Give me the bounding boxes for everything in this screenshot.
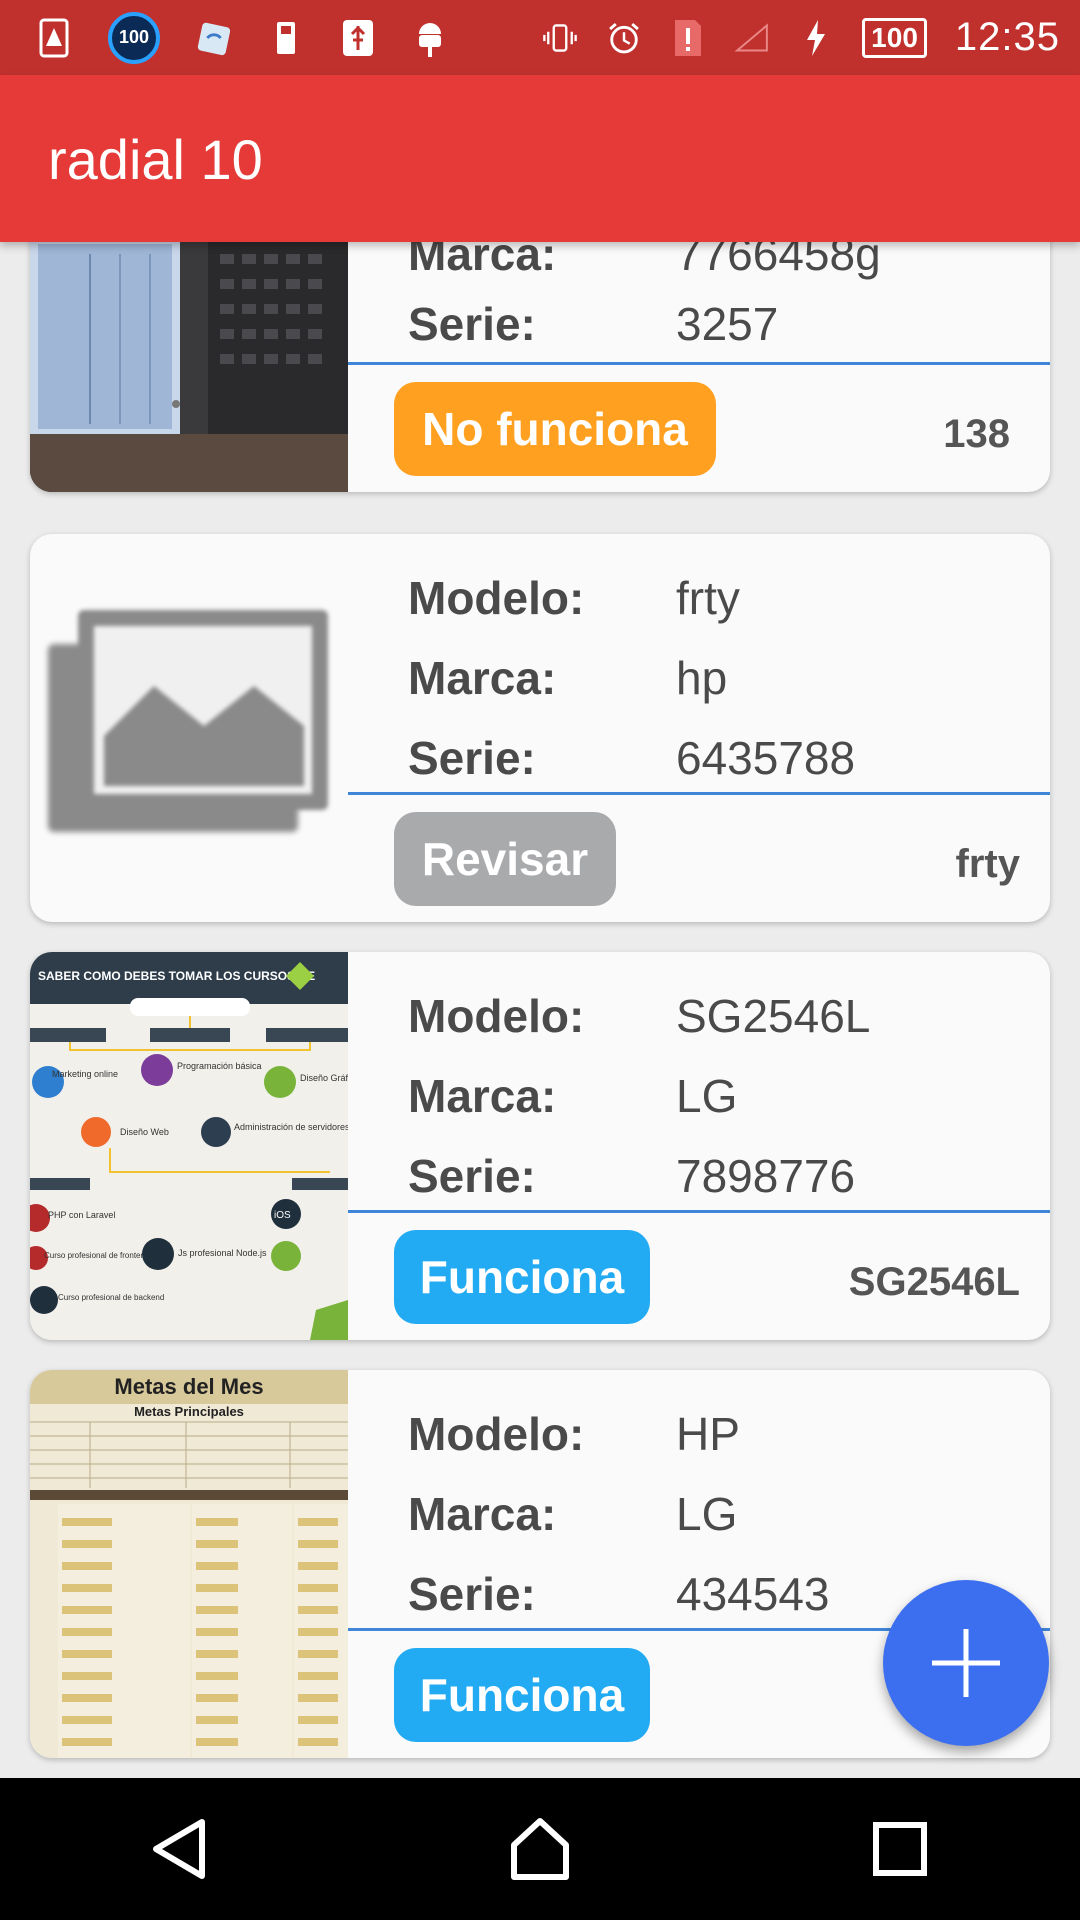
wifi-card-icon xyxy=(196,18,232,58)
card-code: 138 xyxy=(943,411,1010,456)
add-button[interactable] xyxy=(883,1580,1049,1746)
field-label: Marca: xyxy=(408,1488,557,1540)
card-code: frty xyxy=(955,841,1020,886)
sim-alert-icon xyxy=(670,18,706,58)
spreadsheet-thumbnail: Metas del Mes Metas Principales xyxy=(30,1370,348,1758)
node-label: Diseño Gráfico xyxy=(300,1073,348,1083)
field-label: Serie: xyxy=(408,1150,536,1202)
field-value: LG xyxy=(676,1070,738,1122)
info-row: Serie: 3257 xyxy=(408,294,778,354)
status-button[interactable]: Revisar xyxy=(394,812,616,906)
field-value: frty xyxy=(676,572,740,624)
alarm-icon xyxy=(606,18,642,58)
alert-sim-icon xyxy=(36,18,72,58)
info-row: Marca: LG xyxy=(408,1066,737,1126)
equipment-info: Modelo: frty Marca: hp Serie: 6435788 Re… xyxy=(348,534,1050,922)
node-label: Programación básica xyxy=(177,1061,262,1071)
app-title: radial 10 xyxy=(48,128,263,191)
info-row: Modelo: frty xyxy=(408,568,740,628)
plus-icon xyxy=(932,1629,1000,1697)
node-label: Curso profesional de frontend xyxy=(44,1251,149,1260)
field-value: 3257 xyxy=(676,298,779,350)
field-value: LG xyxy=(676,1488,738,1540)
field-value: hp xyxy=(676,652,728,704)
home-button[interactable] xyxy=(480,1789,600,1909)
field-label: Marca: xyxy=(408,1070,557,1122)
node-label: Administración de servidores xyxy=(234,1122,348,1132)
battery-indicator: 100 xyxy=(862,17,927,58)
recents-button[interactable] xyxy=(840,1789,960,1909)
status-button[interactable]: Funciona xyxy=(394,1230,650,1324)
back-icon xyxy=(153,1819,205,1879)
divider xyxy=(348,792,1050,795)
screen: 100 100 12:35 radial 10 Marca: 7766458g … xyxy=(0,0,1080,1920)
equipment-photo xyxy=(30,242,348,492)
usb-icon xyxy=(340,18,376,58)
status-button[interactable]: No funciona xyxy=(394,382,716,476)
sheet-subtitle: Metas Principales xyxy=(134,1404,244,1419)
field-label: Serie: xyxy=(408,298,536,350)
field-label: Modelo: xyxy=(408,572,585,624)
info-row: Marca: 7766458g xyxy=(408,242,881,284)
app-bar: radial 10 xyxy=(0,75,1080,242)
back-button[interactable] xyxy=(120,1789,240,1909)
field-value: SG2546L xyxy=(676,990,871,1042)
info-row: Serie: 7898776 xyxy=(408,1146,855,1206)
home-icon xyxy=(511,1818,569,1880)
svg-text:iOS: iOS xyxy=(274,1210,291,1221)
notification-count-icon: 100 xyxy=(108,11,160,64)
field-value: 7898776 xyxy=(676,1150,856,1202)
equipment-info: Modelo: SG2546L Marca: LG Serie: 7898776… xyxy=(348,952,1050,1340)
info-row: Serie: 6435788 xyxy=(408,728,855,788)
field-value: 434543 xyxy=(676,1568,830,1620)
field-label: Modelo: xyxy=(408,990,585,1042)
info-row: Modelo: HP xyxy=(408,1404,740,1464)
equipment-card[interactable]: Marca: 7766458g Serie: 3257 No funciona … xyxy=(30,242,1050,492)
field-label: Modelo: xyxy=(408,1408,585,1460)
image-placeholder-icon xyxy=(30,534,348,922)
equipment-info: Marca: 7766458g Serie: 3257 No funciona … xyxy=(348,242,1050,492)
equipment-card[interactable]: Modelo: frty Marca: hp Serie: 6435788 Re… xyxy=(30,534,1050,922)
divider xyxy=(348,362,1050,365)
field-value: 6435788 xyxy=(676,732,856,784)
field-value: 7766458g xyxy=(676,242,881,280)
charging-icon xyxy=(798,18,834,58)
infographic-thumbnail: SABER COMO DEBES TOMAR LOS CURSOS DE Mar… xyxy=(30,952,348,1340)
clock: 12:35 xyxy=(954,15,1060,59)
node-label: PHP con Laravel xyxy=(48,1210,115,1220)
vibrate-icon xyxy=(542,18,578,58)
infographic-header: SABER COMO DEBES TOMAR LOS CURSOS DE xyxy=(38,969,315,983)
info-row: Serie: 434543 xyxy=(408,1564,830,1624)
info-row: Marca: LG xyxy=(408,1484,737,1544)
sd-card-icon xyxy=(268,18,304,58)
recents-icon xyxy=(873,1822,927,1876)
field-label: Serie: xyxy=(408,732,536,784)
equipment-card[interactable]: SABER COMO DEBES TOMAR LOS CURSOS DE Mar… xyxy=(30,952,1050,1340)
node-label: Curso profesional de backend xyxy=(58,1293,164,1302)
field-label: Marca: xyxy=(408,652,557,704)
field-value: HP xyxy=(676,1408,740,1460)
status-button[interactable]: Funciona xyxy=(394,1648,650,1742)
sheet-title: Metas del Mes xyxy=(114,1374,263,1399)
navigation-bar xyxy=(0,1778,1080,1920)
field-label: Serie: xyxy=(408,1568,536,1620)
signal-icon xyxy=(734,18,770,58)
info-row: Modelo: SG2546L xyxy=(408,986,870,1046)
node-label: Marketing online xyxy=(52,1069,118,1079)
android-debug-icon xyxy=(412,18,448,58)
node-label: Diseño Web xyxy=(120,1127,169,1137)
divider xyxy=(348,1210,1050,1213)
equipment-list[interactable]: Marca: 7766458g Serie: 3257 No funciona … xyxy=(0,242,1080,1778)
status-bar: 100 100 12:35 xyxy=(0,0,1080,75)
info-row: Marca: hp xyxy=(408,648,727,708)
card-code: SG2546L xyxy=(848,1259,1020,1304)
field-label: Marca: xyxy=(408,242,557,280)
node-label: Js profesional Node.js xyxy=(178,1248,267,1258)
